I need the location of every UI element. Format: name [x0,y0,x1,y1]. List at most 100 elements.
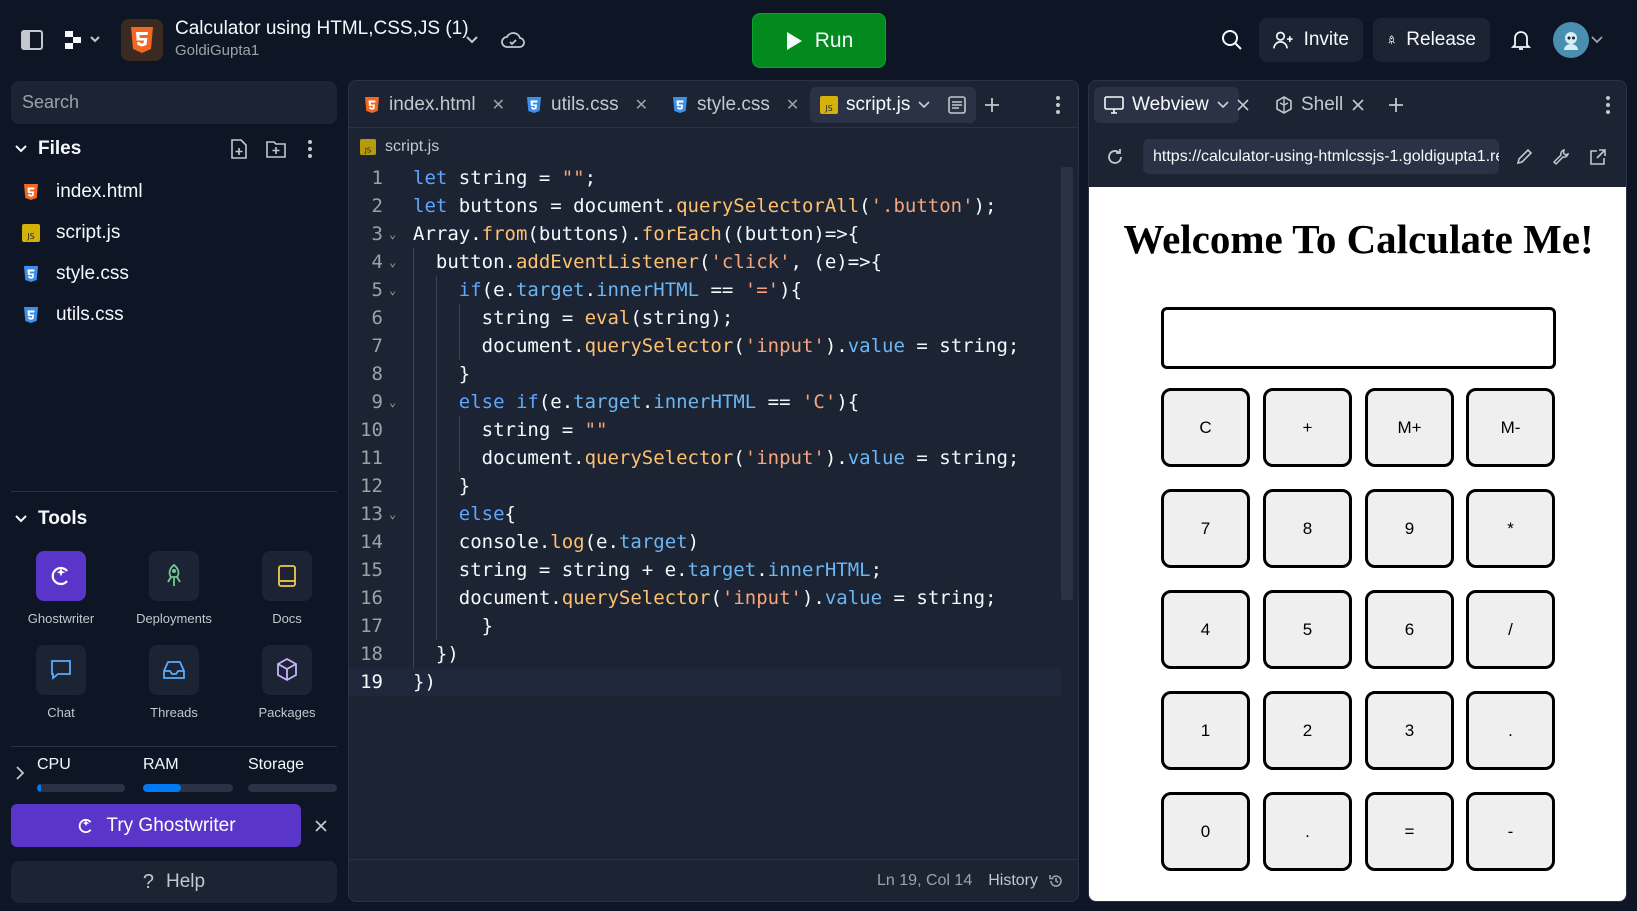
calc-button-clear[interactable]: C [1161,388,1250,467]
tab-shell[interactable]: Shell [1265,87,1353,123]
code-line: 5 ⌄ if(e.target.innerHTML == '='){ [349,276,1061,304]
calc-button-divide[interactable]: / [1466,590,1555,669]
more-vertical-icon[interactable] [1603,95,1613,115]
cursor-position[interactable]: Ln 19, Col 14 [877,872,972,890]
calculator-display-input[interactable] [1161,307,1556,369]
tool-chat[interactable]: Chat [6,645,116,720]
code-area[interactable]: 1 let string = ""; 2 let buttons = documen… [349,164,1061,696]
history-button[interactable]: History [988,872,1064,890]
editor-status-bar: Ln 19, Col 14 History [349,859,1078,901]
chevron-right-icon[interactable] [14,765,26,781]
calc-button-7[interactable]: 7 [1161,489,1250,568]
chevron-down-icon[interactable] [918,101,931,109]
tool-label: Ghostwriter [27,611,95,626]
help-icon: ? [142,870,155,893]
webview-viewport: Welcome To Calculate Me! C + M+ M- 7 8 9… [1089,187,1626,901]
run-button[interactable]: Run [752,13,886,68]
avatar-chevron-down-icon[interactable] [1590,34,1604,46]
add-tab-icon[interactable] [1386,95,1406,115]
tab-script-js[interactable]: JS script.js [810,87,977,123]
edit-icon[interactable] [1513,146,1535,168]
refresh-icon[interactable] [1104,146,1126,168]
more-vertical-icon[interactable] [303,138,317,160]
calc-button-multiply[interactable]: * [1466,489,1555,568]
ghostwriter-icon [36,551,86,601]
close-tab-icon[interactable]: ✕ [786,95,799,115]
tab-index-html[interactable]: index.html ✕ [353,87,515,123]
code-line: 3 ⌄ Array.from(buttons).forEach((button)=>… [371,223,860,245]
repl-title[interactable]: Calculator using HTML,CSS,JS (1) [175,18,469,40]
new-file-icon[interactable] [228,138,250,160]
tool-ghostwriter[interactable]: Ghostwriter [6,551,116,626]
close-tab-icon[interactable]: ✕ [492,95,505,115]
devtools-wrench-icon[interactable] [1550,146,1572,168]
breadcrumb[interactable]: JS script.js [359,137,439,157]
tab-label: script.js [846,94,911,115]
new-folder-icon[interactable] [265,138,287,160]
tab-style-css[interactable]: style.css ✕ [661,87,809,123]
file-item-style-css[interactable]: style.css [22,263,129,285]
tab-webview[interactable]: Webview [1094,87,1239,123]
chevron-down-icon[interactable] [462,32,482,48]
outline-icon[interactable] [948,96,967,114]
search-input[interactable]: Search [11,81,337,124]
calc-button-equals[interactable]: = [1365,792,1454,871]
more-vertical-icon[interactable] [1053,95,1063,115]
calc-button-memory-minus[interactable]: M- [1466,388,1555,467]
ram-usage-fill [143,784,181,792]
help-button[interactable]: ? Help [11,861,337,903]
sidebar-toggle-icon[interactable] [20,28,44,52]
editor-scrollbar[interactable] [1061,167,1073,600]
add-tab-icon[interactable] [982,95,1002,115]
search-icon[interactable] [1220,28,1244,52]
calc-button-5[interactable]: 5 [1263,590,1352,669]
open-new-tab-icon[interactable] [1587,146,1609,168]
avatar[interactable] [1553,22,1589,58]
calc-button-memory-plus[interactable]: M+ [1365,388,1454,467]
calc-button-decimal[interactable]: . [1263,792,1352,871]
calc-button-plus[interactable]: + [1263,388,1352,467]
tool-packages[interactable]: Packages [232,645,342,720]
calc-button-6[interactable]: 6 [1365,590,1454,669]
try-ghostwriter-button[interactable]: Try Ghostwriter [11,804,301,847]
file-item-utils-css[interactable]: utils.css [22,304,124,326]
replit-menu-icon[interactable] [62,28,104,52]
calc-button-9[interactable]: 9 [1365,489,1454,568]
close-tab-icon[interactable] [1234,96,1252,114]
rocket-icon [1388,35,1395,45]
invite-button[interactable]: Invite [1259,18,1363,62]
code-line: 10 string = "" [349,416,1061,444]
chevron-down-icon[interactable] [1217,101,1229,109]
history-label: History [988,871,1038,889]
cloud-sync-icon[interactable] [500,28,526,52]
url-input[interactable]: https://calculator-using-htmlcssjs-1.gol… [1143,139,1499,174]
tool-deployments[interactable]: Deployments [119,551,229,626]
svg-text:JS: JS [824,104,832,113]
page-title: Welcome To Calculate Me! [1123,216,1594,262]
close-tab-icon[interactable] [1349,96,1367,114]
tools-section-header[interactable]: Tools [14,508,87,530]
close-tab-icon[interactable]: ✕ [635,95,648,115]
calc-button-decimal[interactable]: . [1466,691,1555,770]
calc-button-minus[interactable]: - [1466,792,1555,871]
calc-button-4[interactable]: 4 [1161,590,1250,669]
file-item-index-html[interactable]: index.html [22,181,143,203]
play-icon [786,31,802,50]
tool-docs[interactable]: Docs [232,551,342,626]
js-icon: JS [359,137,377,157]
calc-button-1[interactable]: 1 [1161,691,1250,770]
calc-button-2[interactable]: 2 [1263,691,1352,770]
calc-button-3[interactable]: 3 [1365,691,1454,770]
tool-threads[interactable]: Threads [119,645,229,720]
release-button[interactable]: Release [1373,18,1490,62]
code-line: 7 document.querySelector('input').value … [349,332,1061,360]
calc-button-0[interactable]: 0 [1161,792,1250,871]
tab-utils-css[interactable]: utils.css ✕ [515,87,658,123]
calc-button-8[interactable]: 8 [1263,489,1352,568]
close-icon[interactable] [312,817,330,835]
files-section-header[interactable]: Files [14,138,81,160]
code-line: 18 }) [349,640,1061,668]
bell-icon[interactable] [1509,28,1533,52]
file-item-script-js[interactable]: JS script.js [22,222,120,244]
repl-owner[interactable]: GoldiGupta1 [175,42,259,59]
